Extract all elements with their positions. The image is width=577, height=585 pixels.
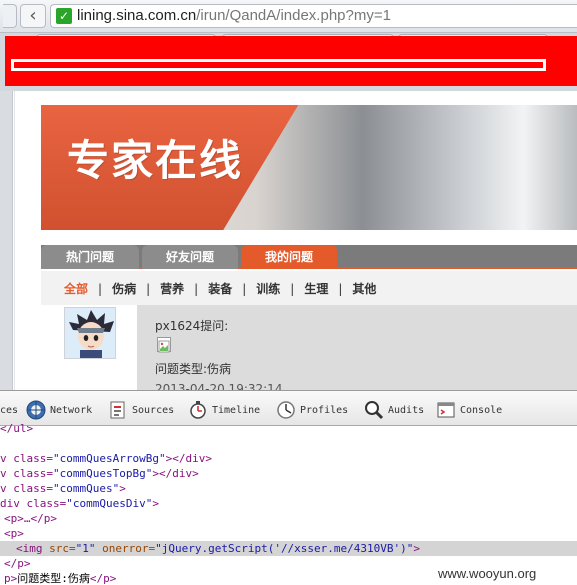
broken-image-icon [157,337,171,353]
url-host: lining.sina.com.cn [77,7,197,24]
question-item: px1624提问: 问题类型:伤病 2013-04-20 19:32:14 [41,305,577,390]
category-nutrition[interactable]: 营养 [160,280,184,297]
audits-icon [365,401,384,420]
separator: | [146,282,151,296]
banner-title: 专家在线 [67,136,244,185]
dom-line[interactable]: v class="commQuesArrowBg"></div> [0,451,212,466]
timeline-icon [190,401,206,419]
tab-timeline[interactable]: Timeline [188,400,260,422]
separator: | [338,282,343,296]
watermark: www.wooyun.org [438,566,537,581]
separator: | [98,282,103,296]
dom-line[interactable]: v class="commQues"> [0,481,126,496]
dom-line[interactable]: <p> [4,526,24,541]
category-physiology[interactable]: 生理 [304,280,328,297]
security-check-icon: ✓ [56,8,72,24]
dom-line[interactable]: <p>…</p> [4,511,57,526]
dom-tree: </ul> v class="commQuesArrowBg"></div> v… [0,422,577,585]
network-icon [26,400,46,420]
tab-friend-questions[interactable]: 好友问题 [142,245,238,269]
tab-my-questions[interactable]: 我的问题 [241,245,337,269]
separator: | [290,282,295,296]
tab-label: Timeline [212,405,261,416]
divider [14,91,15,390]
url-path: /irun/QandA/index.php?my=1 [196,7,391,24]
tab-label: Audits [388,405,425,416]
profiles-icon [277,401,295,419]
expert-banner: 专家在线 [41,105,577,230]
dom-line[interactable]: p>问题类型:伤病</p> [4,571,116,585]
category-all[interactable]: 全部 [64,280,88,297]
category-training[interactable]: 训练 [256,280,280,297]
tab-network[interactable]: Network [26,400,92,422]
tab-elements[interactable]: ces [0,400,18,422]
back-button[interactable]: ‹ [20,4,46,28]
tab-hot-questions[interactable]: 热门问题 [41,245,139,269]
separator: | [194,282,199,296]
category-bar: 全部 | 伤病 | 营养 | 装备 | 训练 | 生理 | 其他 [41,271,577,305]
tab-sources[interactable]: Sources [108,400,174,422]
redaction-mark [11,59,546,71]
separator: | [242,282,247,296]
category-injury[interactable]: 伤病 [112,280,136,297]
dom-line[interactable]: </p> [4,556,31,571]
avatar-image [65,308,115,358]
left-rail [0,91,13,390]
address-bar: ‹ ✓ lining.sina.com.cn/irun/QandA/index.… [0,0,577,33]
tab-label: Network [50,405,93,416]
dom-line[interactable]: </ul> [0,421,33,436]
sources-icon [110,401,125,419]
tab-profiles[interactable]: Profiles [276,400,348,422]
devtools-toolbar: ces Network Sources Timeline Profiles Au… [0,390,577,426]
question-card: px1624提问: 问题类型:伤病 2013-04-20 19:32:14 [137,305,577,390]
tab-label: Profiles [300,405,349,416]
question-type: 问题类型:伤病 [155,362,232,376]
url-input[interactable]: ✓ lining.sina.com.cn/irun/QandA/index.ph… [50,4,577,28]
redaction-mark [543,59,546,71]
console-icon [437,402,455,418]
page-viewport: 专家在线 热门问题 好友问题 我的问题 全部 | 伤病 | 营养 | 装备 | 训练 | 生理 | 其他… [0,91,577,390]
category-equipment[interactable]: 装备 [208,280,232,297]
tab-label: ces [0,405,19,416]
avatar[interactable] [64,307,116,359]
history-button[interactable] [3,4,17,28]
dom-line[interactable]: div class="commQuesDiv"> [0,496,159,511]
question-asker: px1624提问: [155,319,229,333]
tab-audits[interactable]: Audits [364,400,424,422]
devtools-panel: ces Network Sources Timeline Profiles Au… [0,390,577,585]
tab-label: Sources [132,405,175,416]
category-other[interactable]: 其他 [352,280,376,297]
dom-line-selected[interactable]: <img src="1" onerror="jQuery.getScript('… [0,541,577,556]
tab-label: Console [460,405,503,416]
question-time: 2013-04-20 19:32:14 [155,382,283,390]
tab-console[interactable]: Console [436,400,502,422]
redaction-mark [11,59,14,71]
question-tabs: 热门问题 好友问题 我的问题 [41,245,577,269]
dom-line[interactable]: v class="commQuesTopBg"></div> [0,466,199,481]
